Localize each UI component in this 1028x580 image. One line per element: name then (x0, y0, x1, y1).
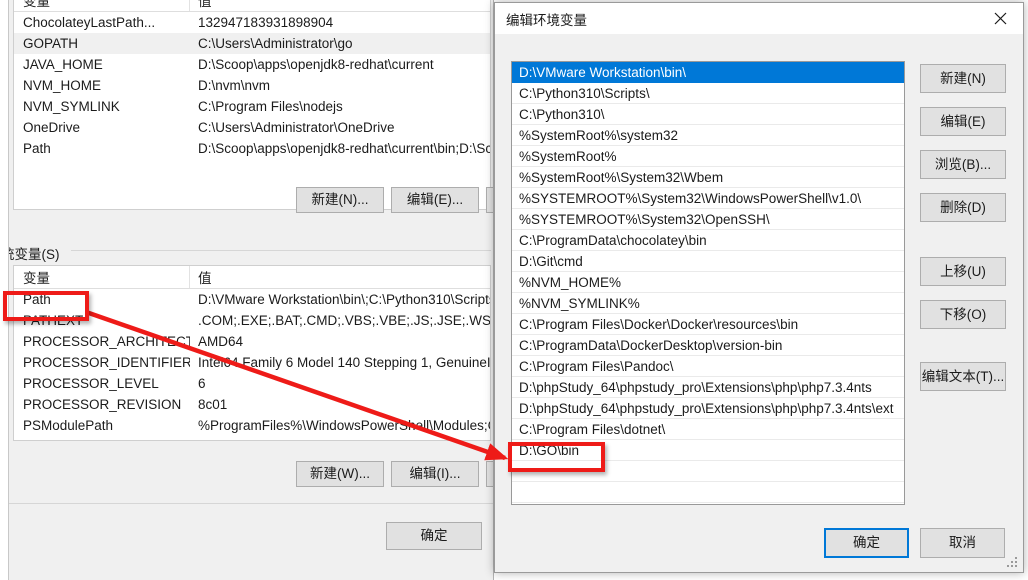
list-item[interactable]: C:\Program Files\Pandoc\ (512, 356, 904, 377)
variable-name-cell: PROCESSOR_ARCHITECT... (23, 334, 190, 349)
system-variables-group-label: 统变量(S) (9, 243, 65, 263)
list-item[interactable]: C:\Python310\Scripts\ (512, 83, 904, 104)
dialog-move-down-button[interactable]: 下移(O) (920, 300, 1006, 329)
variable-value-cell: %ProgramFiles%\WindowsPowerShell\Modules… (198, 418, 490, 433)
table-row[interactable]: ChocolateyLastPath... 132947183931898904 (14, 12, 490, 33)
variable-value-cell: Intel64 Family 6 Model 140 Stepping 1, G… (198, 355, 490, 370)
variable-value-cell: AMD64 (198, 334, 244, 349)
variable-value-cell: 8c01 (198, 397, 228, 412)
dialog-title: 编辑环境变量 (506, 12, 587, 28)
user-variables-rows: ChocolateyLastPath... 132947183931898904 G… (14, 12, 490, 159)
variable-name-cell: PROCESSOR_REVISION (23, 397, 182, 412)
table-row[interactable]: PROCESSOR_REVISION 8c01 (14, 394, 490, 415)
table-row[interactable]: NVM_HOME D:\nvm\nvm (14, 75, 490, 96)
table-row[interactable]: PROCESSOR_LEVEL 6 (14, 373, 490, 394)
dialog-ok-button[interactable]: 确定 (824, 528, 909, 558)
variable-value-cell: C:\Users\Administrator\go (198, 36, 353, 51)
resize-grip-icon[interactable] (1007, 557, 1019, 569)
edit-environment-variable-dialog: 编辑环境变量 D:\VMware Workstation\bin\ C:\Pyth… (494, 2, 1024, 573)
table-row[interactable]: GOPATH C:\Users\Administrator\go (14, 33, 490, 54)
user-variables-grid[interactable]: 变量 值 ChocolateyLastPath... 13294718393189… (13, 0, 491, 210)
table-row[interactable]: Path D:\Scoop\apps\openjdk8-redhat\curren… (14, 138, 490, 159)
highlight-go-bin-box (508, 442, 605, 472)
dialog-titlebar: 编辑环境变量 (495, 3, 1023, 34)
variable-value-cell: D:\nvm\nvm (198, 78, 271, 93)
list-item[interactable]: %NVM_HOME% (512, 272, 904, 293)
variable-name-cell: PROCESSOR_LEVEL (23, 376, 159, 391)
variable-name-cell: JAVA_HOME (23, 57, 103, 72)
table-row[interactable]: PROCESSOR_ARCHITECT... AMD64 (14, 331, 490, 352)
list-item[interactable]: C:\Program Files\Docker\Docker\resources… (512, 314, 904, 335)
variable-name-cell: GOPATH (23, 36, 79, 51)
environment-variables-window: 变量 值 ChocolateyLastPath... 13294718393189… (8, 0, 494, 580)
variable-value-cell: 6 (198, 376, 206, 391)
variable-name-cell: PROCESSOR_IDENTIFIER (23, 355, 190, 370)
user-edit-button[interactable]: 编辑(E)... (391, 187, 479, 213)
table-row[interactable]: NVM_SYMLINK C:\Program Files\nodejs (14, 96, 490, 117)
variable-value-cell: C:\Users\Administrator\OneDrive (198, 120, 395, 135)
list-item[interactable]: %SystemRoot%\system32 (512, 125, 904, 146)
variable-name-cell: ChocolateyLastPath... (23, 15, 156, 30)
user-variables-header: 变量 值 (14, 0, 490, 12)
highlight-path-variable-box (3, 291, 89, 321)
variable-name-cell: PSModulePath (23, 418, 114, 433)
variable-value-cell: C:\Program Files\nodejs (198, 99, 343, 114)
table-row[interactable]: JAVA_HOME D:\Scoop\apps\openjdk8-redhat\c… (14, 54, 490, 75)
system-col-value: 值 (198, 271, 212, 286)
dialog-edit-text-button[interactable]: 编辑文本(T)... (920, 362, 1006, 391)
list-item[interactable]: %SystemRoot%\System32\Wbem (512, 167, 904, 188)
user-new-button[interactable]: 新建(N)... (296, 187, 384, 213)
list-item[interactable]: C:\ProgramData\chocolatey\bin (512, 230, 904, 251)
list-item[interactable]: D:\phpStudy_64\phpstudy_pro\Extensions\p… (512, 377, 904, 398)
list-item[interactable]: %SYSTEMROOT%\System32\WindowsPowerShell\… (512, 188, 904, 209)
variable-name-cell: NVM_HOME (23, 78, 102, 93)
system-edit-button[interactable]: 编辑(I)... (391, 461, 479, 487)
variable-value-cell: D:\Scoop\apps\openjdk8-redhat\current\bi… (198, 141, 490, 156)
dialog-delete-button[interactable]: 删除(D) (920, 193, 1006, 222)
footer-divider (9, 503, 493, 504)
variable-value-cell: D:\VMware Workstation\bin\;C:\Python310\… (198, 292, 490, 307)
system-variables-header: 变量 值 (14, 266, 490, 289)
list-item[interactable] (512, 482, 904, 503)
close-icon[interactable] (978, 3, 1023, 34)
list-item[interactable]: %SYSTEMROOT%\System32\OpenSSH\ (512, 209, 904, 230)
dialog-edit-button[interactable]: 编辑(E) (920, 107, 1006, 136)
list-item[interactable]: D:\Git\cmd (512, 251, 904, 272)
user-col-variable: 变量 (14, 0, 190, 11)
list-item[interactable]: C:\Python310\ (512, 104, 904, 125)
system-group-divider (71, 250, 491, 251)
list-item[interactable]: C:\Program Files\dotnet\ (512, 419, 904, 440)
table-row[interactable]: OneDrive C:\Users\Administrator\OneDrive (14, 117, 490, 138)
system-col-variable: 变量 (14, 266, 190, 288)
variable-name-cell: Path (23, 141, 51, 156)
list-item[interactable]: %NVM_SYMLINK% (512, 293, 904, 314)
system-new-button[interactable]: 新建(W)... (296, 461, 384, 487)
list-item[interactable]: D:\VMware Workstation\bin\ (512, 62, 904, 83)
dialog-cancel-button[interactable]: 取消 (920, 528, 1005, 558)
screen: 变量 值 ChocolateyLastPath... 13294718393189… (0, 0, 1028, 580)
variable-value-cell: D:\Scoop\apps\openjdk8-redhat\current (198, 57, 434, 72)
dialog-browse-button[interactable]: 浏览(B)... (920, 150, 1006, 179)
window-ok-button[interactable]: 确定 (386, 522, 482, 550)
table-row[interactable]: PSModulePath %ProgramFiles%\WindowsPowerS… (14, 415, 490, 436)
variable-value-cell: .COM;.EXE;.BAT;.CMD;.VBS;.VBE;.JS;.JSE;.… (198, 313, 490, 328)
list-item[interactable]: C:\ProgramData\DockerDesktop\version-bin (512, 335, 904, 356)
variable-value-cell: 132947183931898904 (198, 15, 334, 30)
table-row[interactable]: PROCESSOR_IDENTIFIER Intel64 Family 6 Mod… (14, 352, 490, 373)
user-col-value: 值 (198, 0, 212, 9)
variable-name-cell: OneDrive (23, 120, 81, 135)
user-delete-button[interactable] (486, 187, 493, 213)
list-item[interactable]: D:\phpStudy_64\phpstudy_pro\Extensions\p… (512, 398, 904, 419)
variable-name-cell: NVM_SYMLINK (23, 99, 120, 114)
dialog-move-up-button[interactable]: 上移(U) (920, 257, 1006, 286)
system-delete-button[interactable] (486, 461, 493, 487)
list-item[interactable]: %SystemRoot% (512, 146, 904, 167)
dialog-new-button[interactable]: 新建(N) (920, 64, 1006, 93)
path-entries-listbox[interactable]: D:\VMware Workstation\bin\ C:\Python310\S… (511, 61, 905, 505)
